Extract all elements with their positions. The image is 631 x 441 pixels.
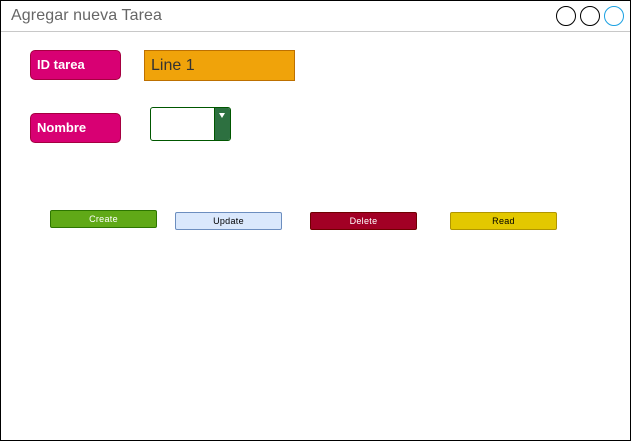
id-tarea-label-text: ID tarea (37, 57, 85, 72)
title-bar: Agregar nueva Tarea (1, 1, 630, 32)
window-title: Agregar nueva Tarea (11, 7, 163, 24)
triangle-down-icon (219, 113, 225, 118)
id-tarea-field[interactable]: Line 1 (144, 50, 295, 81)
window-control-2-icon[interactable] (580, 6, 600, 26)
nombre-select[interactable] (150, 107, 231, 141)
nombre-label: Nombre (30, 113, 121, 143)
create-button[interactable]: Create (50, 210, 157, 228)
delete-button[interactable]: Delete (310, 212, 417, 230)
nombre-label-text: Nombre (37, 120, 87, 135)
window-control-1-icon[interactable] (556, 6, 576, 26)
read-button[interactable]: Read (450, 212, 557, 230)
window-control-3-icon[interactable] (604, 6, 624, 26)
nombre-select-toggle[interactable] (214, 108, 230, 140)
id-tarea-label: ID tarea (30, 50, 121, 80)
id-tarea-value: Line 1 (151, 57, 195, 74)
update-button[interactable]: Update (175, 212, 282, 230)
